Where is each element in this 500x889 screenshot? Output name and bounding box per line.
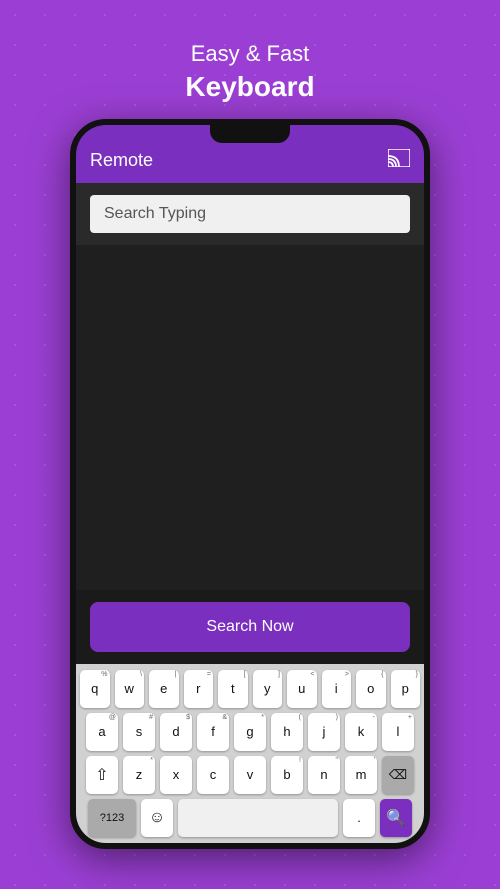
key-i[interactable]: >i <box>322 670 352 708</box>
key-emoji[interactable]: ☺ <box>141 799 173 837</box>
key-e[interactable]: |e <box>149 670 179 708</box>
key-shift[interactable]: ⇧ <box>86 756 118 794</box>
key-r[interactable]: =r <box>184 670 214 708</box>
key-u[interactable]: <u <box>287 670 317 708</box>
phone-notch <box>210 125 290 143</box>
key-m[interactable]: 'm <box>345 756 377 794</box>
search-area: Search Typing <box>76 183 424 245</box>
key-y[interactable]: ]y <box>253 670 283 708</box>
search-now-button[interactable]: Search Now <box>90 602 410 652</box>
key-n[interactable]: "n <box>308 756 340 794</box>
key-period[interactable]: . <box>343 799 375 837</box>
key-w[interactable]: \w <box>115 670 145 708</box>
search-input[interactable]: Search Typing <box>90 195 410 233</box>
app-name: Remote <box>90 150 153 171</box>
key-h[interactable]: (h <box>271 713 303 751</box>
key-p[interactable]: }p <box>391 670 421 708</box>
key-space[interactable] <box>178 799 338 837</box>
key-numbers[interactable]: ?123 <box>88 799 136 837</box>
keyboard-symbol-row: %q \w |e =r [t ]y <u >i {o }p <box>80 670 420 708</box>
key-l[interactable]: +l <box>382 713 414 751</box>
key-z[interactable]: *z <box>123 756 155 794</box>
key-search[interactable]: 🔍 <box>380 799 412 837</box>
keyboard-row2: @a #s $d &f *g (h )j -k +l <box>80 713 420 751</box>
phone-mockup: Remote Search Typing Search Now %q <box>70 119 430 849</box>
key-c[interactable]: c <box>197 756 229 794</box>
key-s[interactable]: #s <box>123 713 155 751</box>
keyboard-bottom-row: ?123 ☺ . 🔍 <box>80 799 420 837</box>
keyboard-row3: ⇧ *z x c v !b "n 'm ⌫ <box>80 756 420 794</box>
app-header: Easy & Fast Keyboard <box>185 40 314 105</box>
key-x[interactable]: x <box>160 756 192 794</box>
key-v[interactable]: v <box>234 756 266 794</box>
content-area <box>76 245 424 590</box>
key-d[interactable]: $d <box>160 713 192 751</box>
header-title: Keyboard <box>185 69 314 105</box>
cast-icon[interactable] <box>388 149 410 173</box>
key-o[interactable]: {o <box>356 670 386 708</box>
key-k[interactable]: -k <box>345 713 377 751</box>
key-b[interactable]: !b <box>271 756 303 794</box>
header-subtitle: Easy & Fast <box>185 40 314 69</box>
app-screen: Remote Search Typing Search Now %q <box>76 125 424 843</box>
keyboard: %q \w |e =r [t ]y <u >i {o }p @a #s $d &… <box>76 664 424 843</box>
key-q[interactable]: %q <box>80 670 110 708</box>
key-delete[interactable]: ⌫ <box>382 756 414 794</box>
key-t[interactable]: [t <box>218 670 248 708</box>
key-a[interactable]: @a <box>86 713 118 751</box>
key-g[interactable]: *g <box>234 713 266 751</box>
key-f[interactable]: &f <box>197 713 229 751</box>
key-j[interactable]: )j <box>308 713 340 751</box>
